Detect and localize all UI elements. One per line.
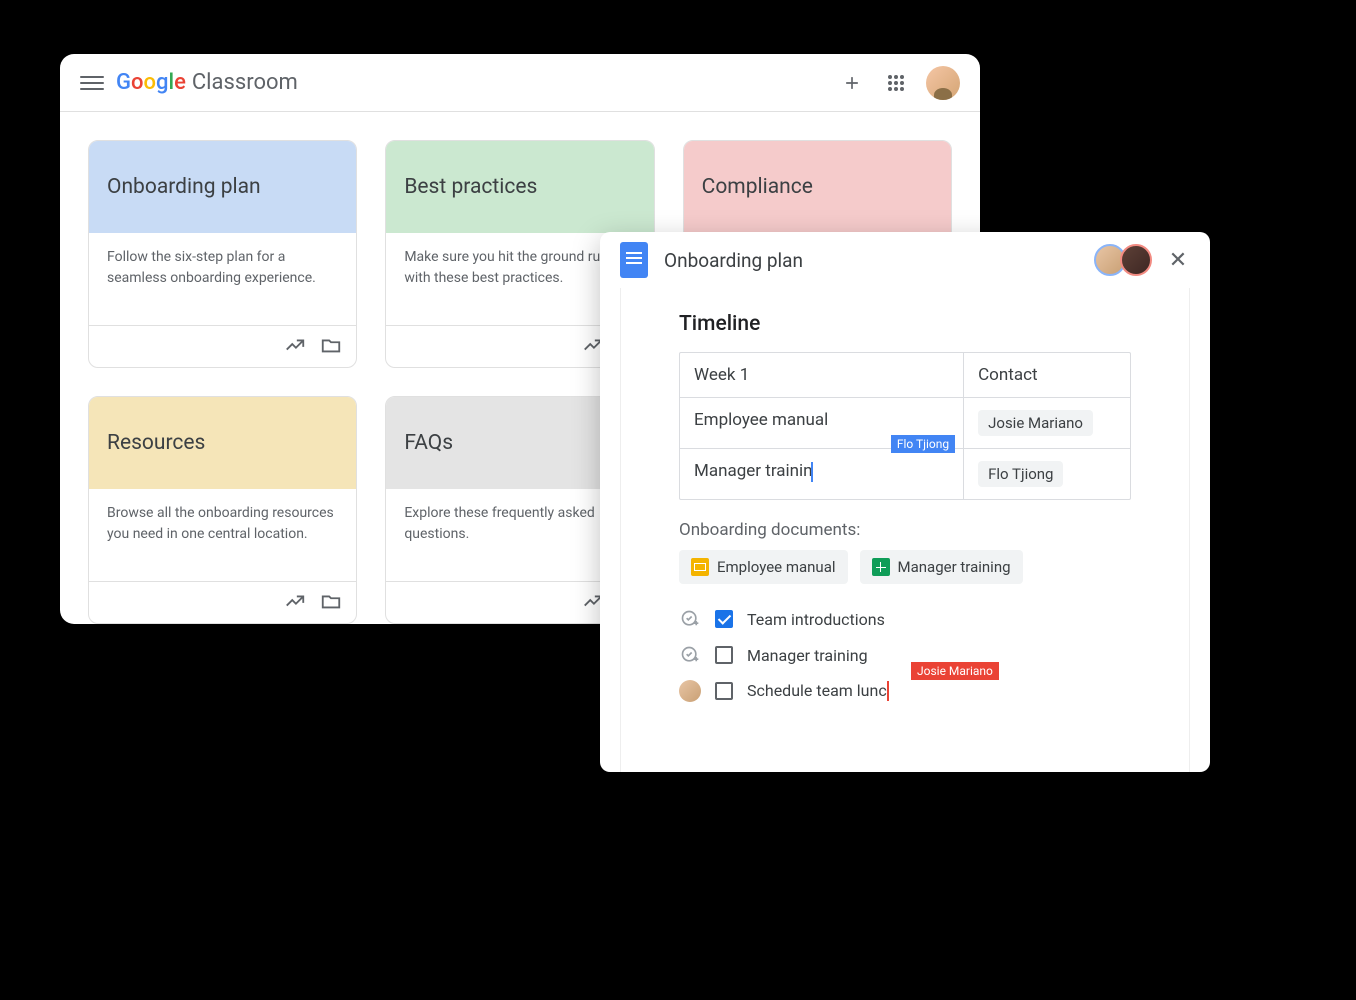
user-avatar[interactable] [926,66,960,100]
chip-label: Manager training [898,558,1011,576]
checkbox-checked[interactable] [715,610,733,628]
table-task[interactable]: Manager trainin Flo Tjiong [680,449,964,499]
card-title: Onboarding plan [107,175,261,199]
checklist-item: Manager training [679,644,1131,666]
collaborator-cursor [811,462,813,482]
google-docs-icon [620,242,648,278]
docs-body: Timeline Week 1 Contact Employee manual … [620,288,1190,772]
slides-icon [691,558,709,576]
folder-icon[interactable] [320,590,342,612]
cursor-label-blue: Flo Tjiong [891,435,955,453]
table-row: Manager trainin Flo Tjiong Flo Tjiong [680,449,1130,499]
add-check-icon[interactable] [679,608,701,630]
app-title: Classroom [192,70,298,95]
analytics-icon[interactable] [284,334,306,356]
card-footer [89,325,356,367]
onboarding-docs-label: Onboarding documents: [679,520,1131,540]
google-logo: Google [116,70,186,95]
doc-chip-manager-training[interactable]: Manager training [860,550,1023,584]
checklist-item: Schedule team lunc Josie Mariano [679,680,1131,702]
card-title: Best practices [404,175,537,199]
folder-icon[interactable] [320,334,342,356]
docs-header: Onboarding plan ✕ [600,232,1210,288]
card-header: Resources [89,397,356,489]
docs-title: Onboarding plan [664,249,1100,272]
add-check-icon[interactable] [679,644,701,666]
class-card-onboarding-plan[interactable]: Onboarding plan Follow the six-step plan… [88,140,357,368]
checklist-text[interactable]: Team introductions [747,610,885,629]
table-contact: Josie Mariano [964,398,1130,448]
card-footer [89,581,356,623]
class-card-resources[interactable]: Resources Browse all the onboarding reso… [88,396,357,624]
cursor-label-red: Josie Mariano [911,662,999,680]
timeline-heading: Timeline [679,312,1131,336]
menu-icon[interactable] [80,71,104,95]
collaborator-avatars [1100,244,1152,276]
card-title: Resources [107,431,205,455]
card-title: FAQs [404,431,453,455]
close-icon[interactable]: ✕ [1166,248,1190,273]
card-header: Onboarding plan [89,141,356,233]
timeline-table: Week 1 Contact Employee manual Josie Mar… [679,352,1131,500]
docs-window: Onboarding plan ✕ Timeline Week 1 Contac… [600,232,1210,772]
checkbox-unchecked[interactable] [715,682,733,700]
collaborator-avatar[interactable] [1120,244,1152,276]
card-desc: Browse all the onboarding resources you … [89,489,356,581]
collaborator-cursor [887,681,889,701]
checklist: Team introductions Manager training Sche… [679,608,1131,702]
card-title: Compliance [702,175,813,199]
checklist-text[interactable]: Schedule team lunc [747,681,889,702]
card-desc: Follow the six-step plan for a seamless … [89,233,356,325]
table-header-left: Week 1 [680,353,964,397]
chip-label: Employee manual [717,558,836,576]
table-contact: Flo Tjiong [964,449,1130,499]
checkbox-unchecked[interactable] [715,646,733,664]
doc-chip-employee-manual[interactable]: Employee manual [679,550,848,584]
card-header: Best practices [386,141,653,233]
contact-chip[interactable]: Josie Mariano [978,410,1093,436]
table-header-right: Contact [964,353,1130,397]
checklist-item: Team introductions [679,608,1131,630]
contact-chip[interactable]: Flo Tjiong [978,461,1063,487]
apps-grid-icon[interactable] [884,71,908,95]
collaborator-avatar-icon [679,680,701,702]
card-header: Compliance [684,141,951,233]
doc-chips-row: Employee manual Manager training [679,550,1131,584]
sheets-icon [872,558,890,576]
analytics-icon[interactable] [284,590,306,612]
table-header-row: Week 1 Contact [680,353,1130,398]
classroom-header: Google Classroom [60,54,980,112]
checklist-text[interactable]: Manager training [747,646,868,665]
create-plus-icon[interactable] [840,71,864,95]
